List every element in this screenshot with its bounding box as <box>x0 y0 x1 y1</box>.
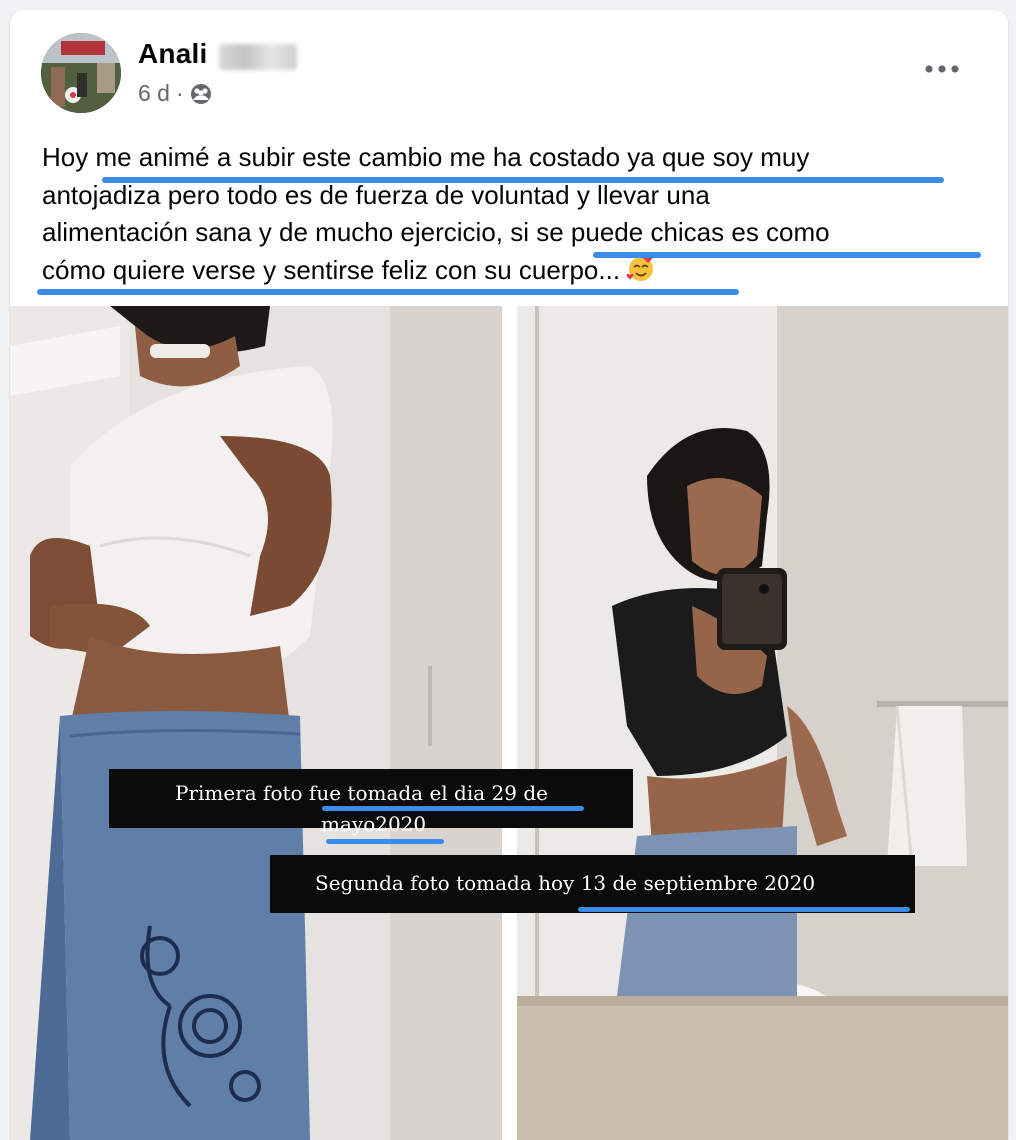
post-card: Anali 6 d · Hoy me animé a subir este ca… <box>10 10 1008 1140</box>
before-caption-line-2: mayo2020 <box>321 812 427 836</box>
blurred-surname <box>219 44 297 70</box>
after-caption-text: Segunda foto tomada hoy 13 de septiembre… <box>315 871 816 895</box>
post-text-line-4-text: cómo quiere verse y sentirse feliz con s… <box>42 254 621 285</box>
text-underline-1 <box>102 177 944 183</box>
post-text-line-1: Hoy me animé a subir este cambio me ha c… <box>42 142 810 172</box>
meta-separator: · <box>175 80 184 106</box>
caption-underline-3 <box>578 907 910 912</box>
text-underline-3 <box>37 289 739 295</box>
more-options-icon[interactable] <box>918 58 968 80</box>
after-photo[interactable] <box>517 306 1008 1140</box>
caption-underline-1 <box>322 806 584 811</box>
post-text: Hoy me animé a subir este cambio me ha c… <box>42 139 992 289</box>
after-caption: Segunda foto tomada hoy 13 de septiembre… <box>270 855 915 913</box>
timestamp[interactable]: 6 d <box>138 80 170 107</box>
friends-icon[interactable] <box>190 83 212 105</box>
before-photo[interactable] <box>10 306 502 1140</box>
before-caption-line-1: Primera foto fue tomada el dia 29 de <box>175 781 548 805</box>
author-name[interactable]: Anali <box>138 38 207 70</box>
caption-underline-2 <box>326 839 444 844</box>
post-text-line-3: alimentación sana y de mucho ejercicio, … <box>42 217 830 247</box>
text-underline-2 <box>593 252 981 258</box>
photo-separator <box>502 306 517 1140</box>
avatar[interactable] <box>41 33 121 113</box>
post-meta: 6 d · <box>138 80 212 107</box>
